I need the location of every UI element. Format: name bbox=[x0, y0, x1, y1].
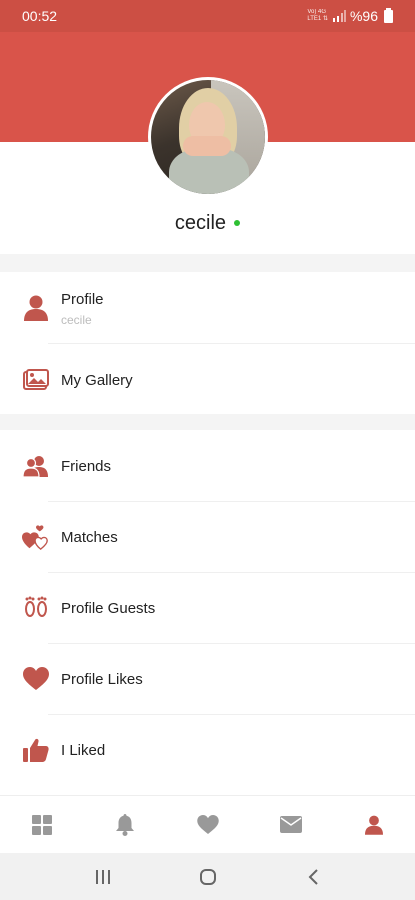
menu-item-friends[interactable]: Friends bbox=[0, 430, 415, 501]
nav-home[interactable] bbox=[12, 796, 72, 854]
username-row: cecile bbox=[0, 212, 415, 235]
menu-item-label: Profile bbox=[61, 291, 104, 308]
back-button[interactable] bbox=[293, 857, 333, 897]
back-icon bbox=[308, 868, 318, 885]
friends-icon bbox=[22, 452, 50, 480]
matches-icon bbox=[22, 523, 50, 551]
person-icon bbox=[22, 294, 50, 322]
menu-item-label: Profile Likes bbox=[61, 671, 143, 688]
home-icon bbox=[199, 868, 216, 885]
thumbs-up-icon bbox=[22, 736, 50, 764]
recents-button[interactable] bbox=[83, 857, 123, 897]
battery-icon bbox=[384, 7, 393, 23]
mail-icon bbox=[279, 816, 302, 833]
bottom-navigation bbox=[0, 795, 415, 853]
grid-icon bbox=[31, 814, 52, 835]
system-navigation-bar bbox=[0, 853, 415, 900]
heart-icon bbox=[196, 815, 219, 834]
menu-item-label: I Liked bbox=[61, 742, 106, 759]
menu-item-sublabel: cecile bbox=[61, 313, 92, 327]
status-indicators: Vo) 4G LTE1 ⇅ %96 bbox=[307, 7, 393, 24]
username: cecile bbox=[174, 212, 227, 234]
menu-item-i-liked[interactable]: I Liked bbox=[0, 714, 415, 785]
nav-likes[interactable] bbox=[178, 796, 238, 854]
recents-icon bbox=[95, 869, 110, 884]
menu-item-profile-likes[interactable]: Profile Likes bbox=[0, 643, 415, 714]
menu-item-my-gallery[interactable]: My Gallery bbox=[0, 344, 415, 415]
avatar-photo bbox=[151, 80, 265, 194]
nav-messages[interactable] bbox=[261, 796, 321, 854]
menu-item-label: Matches bbox=[61, 529, 118, 546]
menu-item-profile-guests[interactable]: Profile Guests bbox=[0, 572, 415, 643]
menu-section-social: Friends Matches Profile Guests Profile L… bbox=[0, 430, 415, 795]
status-bar: 00:52 Vo) 4G LTE1 ⇅ %96 bbox=[0, 0, 415, 32]
menu-item-matches[interactable]: Matches bbox=[0, 501, 415, 572]
gallery-icon bbox=[22, 366, 50, 394]
battery-percent: %96 bbox=[349, 8, 378, 24]
heart-icon bbox=[22, 665, 50, 693]
network-indicator: Vo) 4G LTE1 ⇅ bbox=[307, 9, 328, 22]
online-status-dot bbox=[234, 219, 241, 226]
avatar[interactable] bbox=[148, 77, 268, 197]
menu-item-label: My Gallery bbox=[61, 372, 133, 389]
bell-icon bbox=[115, 813, 134, 836]
menu-section-account: Profile cecile My Gallery bbox=[0, 272, 415, 414]
nav-profile[interactable] bbox=[344, 796, 404, 854]
nav-notifications[interactable] bbox=[95, 796, 155, 854]
home-button[interactable] bbox=[188, 857, 228, 897]
status-time: 00:52 bbox=[22, 8, 58, 24]
signal-icon bbox=[332, 10, 346, 22]
footprints-icon bbox=[22, 594, 50, 622]
person-icon bbox=[364, 815, 383, 835]
menu-item-label: Profile Guests bbox=[61, 600, 156, 617]
menu-item-profile[interactable]: Profile cecile bbox=[0, 272, 415, 343]
menu-item-label: Friends bbox=[61, 458, 112, 475]
